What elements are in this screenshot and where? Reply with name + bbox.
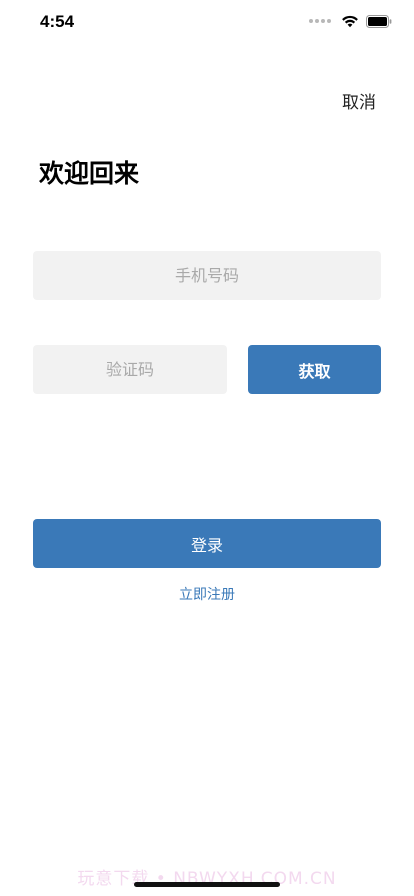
signal-dots-icon: [309, 19, 333, 23]
phone-number-input[interactable]: [33, 251, 381, 300]
status-time: 4:54: [40, 12, 75, 31]
status-bar: 4:54: [0, 0, 414, 44]
register-link[interactable]: 立即注册: [0, 584, 414, 604]
status-icons: [309, 14, 392, 28]
login-button[interactable]: 登录: [33, 519, 381, 568]
get-code-button[interactable]: 获取: [248, 345, 381, 394]
home-indicator[interactable]: [134, 882, 280, 887]
page-title: 欢迎回来: [39, 159, 140, 188]
battery-icon: [366, 14, 392, 28]
verification-code-input[interactable]: [33, 345, 227, 394]
login-screen: 4:54 取消 欢迎回来 获取 登录 立即注册 玩意下载 • NBWYXH.CO…: [0, 0, 414, 896]
wifi-icon: [342, 15, 358, 28]
cancel-button[interactable]: 取消: [342, 88, 376, 113]
